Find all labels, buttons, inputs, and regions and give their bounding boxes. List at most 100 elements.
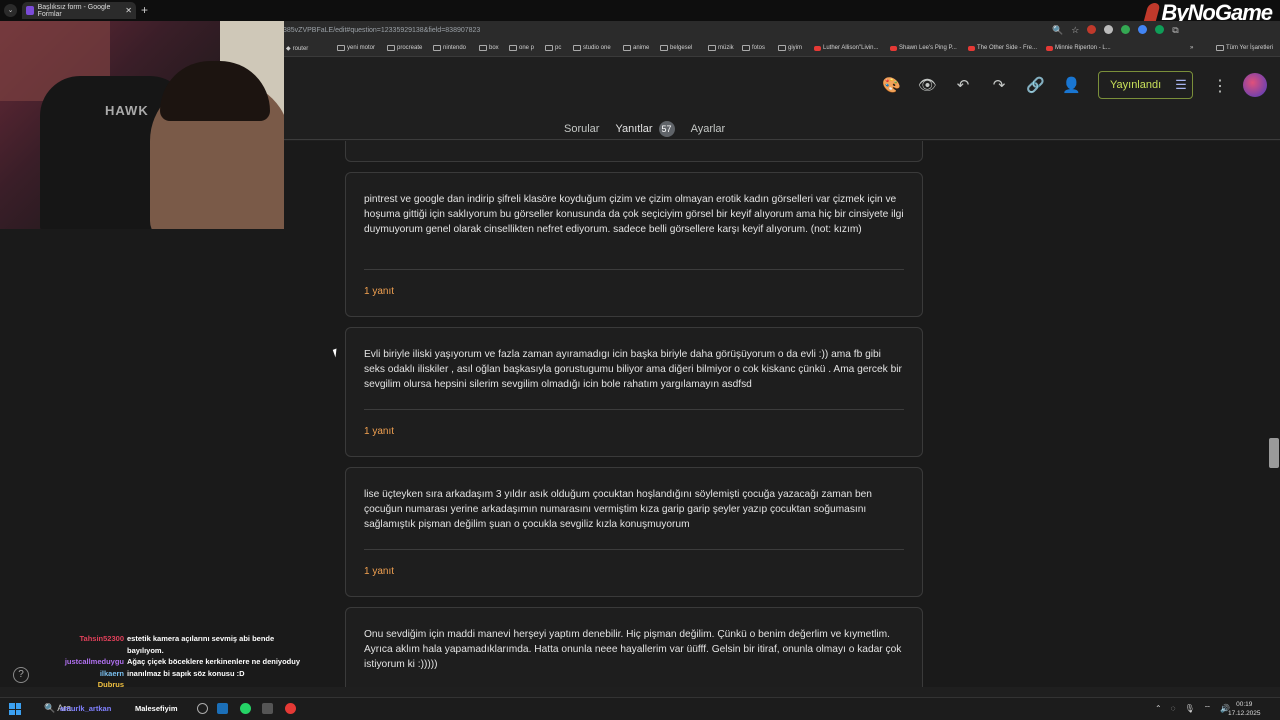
- google-forms-icon: [26, 6, 34, 15]
- clock-date: 17.12.2025: [1228, 710, 1261, 717]
- chat-username: amurlk_artkan: [60, 704, 112, 713]
- tab-settings[interactable]: Ayarlar: [683, 120, 734, 138]
- bookmark-folder[interactable]: studio one: [573, 45, 611, 51]
- palette-icon[interactable]: 🎨: [882, 77, 901, 95]
- bookmark-folder[interactable]: one p: [509, 45, 534, 51]
- webcam-overlay: HAWK: [0, 21, 284, 229]
- add-collaborator-icon[interactable]: 👤: [1062, 77, 1081, 95]
- folder-icon: [742, 45, 750, 51]
- reply-count-link[interactable]: 1 yanıt: [364, 426, 394, 437]
- chevron-up-icon[interactable]: ⌃: [1155, 704, 1162, 714]
- response-text: Onu sevdiğim için maddi manevi herşeyi y…: [364, 629, 902, 670]
- response-text: pintrest ve google dan indirip şifreli k…: [364, 194, 904, 235]
- extension-icon[interactable]: [1155, 25, 1165, 34]
- folder-icon: [1216, 45, 1224, 51]
- bookmark-youtube[interactable]: Luther Allison"Livin...: [814, 45, 879, 51]
- scrollbar-track[interactable]: [1268, 141, 1280, 687]
- bookmark-folder[interactable]: box: [479, 45, 499, 51]
- redo-icon[interactable]: ↷: [990, 77, 1008, 95]
- chat-username: Tahsin52300: [79, 634, 124, 643]
- publish-button[interactable]: Yayınlandı ☰: [1098, 71, 1193, 99]
- chat-text: Malesefiyim: [135, 704, 178, 713]
- response-card: Onu sevdiğim için maddi manevi herşeyi y…: [345, 607, 923, 687]
- extension-icon[interactable]: [1104, 25, 1114, 34]
- folder-icon: [660, 45, 668, 51]
- folder-icon: [387, 45, 395, 51]
- bookmark-folder[interactable]: müzik: [708, 45, 734, 51]
- reply-count-link[interactable]: 1 yanıt: [364, 566, 394, 577]
- bookmark-folder[interactable]: anime: [623, 45, 649, 51]
- tab-responses[interactable]: Yanıtlar 57: [599, 120, 691, 151]
- bookmark-youtube[interactable]: Shawn Lee's Ping P...: [890, 45, 957, 51]
- clock-time: 00:19: [1236, 701, 1253, 708]
- new-tab-icon[interactable]: +: [141, 3, 148, 17]
- windows-start-icon[interactable]: [9, 703, 21, 715]
- folder-icon: [509, 45, 517, 51]
- youtube-icon: [1046, 45, 1053, 51]
- bookmark-folder[interactable]: nintendo: [433, 45, 466, 51]
- folder-icon: [708, 45, 716, 51]
- browser-tab[interactable]: Başlıksız form - Google Formlar ✕: [22, 2, 136, 19]
- more-bookmarks-icon[interactable]: »: [1190, 45, 1193, 51]
- tab-questions[interactable]: Sorular: [556, 120, 607, 138]
- response-card: lise üçteyken sıra arkadaşım 3 yıldır as…: [345, 467, 923, 597]
- folder-icon: [545, 45, 553, 51]
- extension-icon[interactable]: [1121, 25, 1131, 34]
- preview-eye-icon[interactable]: 👁: [918, 77, 937, 95]
- taskbar-clock[interactable]: 00:19 17.12.2025: [1228, 700, 1261, 718]
- all-bookmarks[interactable]: Tüm Yer İşaretleri: [1216, 45, 1273, 51]
- response-text: lise üçteyken sıra arkadaşım 3 yıldır as…: [364, 489, 872, 530]
- bookmark-folder[interactable]: yeni motor: [337, 45, 375, 51]
- reply-count-link[interactable]: 1 yanıt: [364, 286, 394, 297]
- close-tab-icon[interactable]: ✕: [125, 6, 132, 15]
- divider: [364, 549, 904, 550]
- tab-title: Başlıksız form - Google Formlar: [37, 3, 111, 18]
- app-icon[interactable]: [197, 703, 208, 714]
- url-field[interactable]: 385vZVPBFaLE/edit#question=12335929138&f…: [283, 27, 480, 34]
- chat-username: justcallmeduygu: [64, 657, 124, 666]
- steam-icon[interactable]: [217, 703, 228, 714]
- link-icon[interactable]: 🔗: [1026, 77, 1045, 95]
- app-icon[interactable]: [262, 703, 273, 714]
- bookmark-youtube[interactable]: The Other Side - Fre...: [968, 45, 1037, 51]
- wifi-icon[interactable]: ⌔: [1204, 704, 1212, 714]
- tab-search-icon[interactable]: ⌄: [4, 4, 17, 17]
- bookmark-star-icon[interactable]: ☆: [1071, 25, 1079, 36]
- chat-text: inanılmaz bi sapık söz konusu :D: [127, 668, 245, 678]
- publish-label: Yayınlandı: [1110, 79, 1162, 91]
- avatar[interactable]: [1243, 73, 1267, 97]
- mic-icon[interactable]: 🎙: [1184, 704, 1194, 714]
- form-tabs: Sorular Yanıtlar 57 Ayarlar: [556, 120, 734, 151]
- folder-icon: [573, 45, 581, 51]
- folder-icon: [337, 45, 345, 51]
- whatsapp-icon[interactable]: [240, 703, 251, 714]
- network-icon[interactable]: ◌: [1171, 704, 1176, 714]
- scrollbar-thumb[interactable]: [1269, 438, 1279, 468]
- youtube-icon: [968, 45, 975, 51]
- bookmark-folder[interactable]: belgesel: [660, 45, 692, 51]
- bookmark-folder[interactable]: procreate: [387, 45, 422, 51]
- bookmark-youtube[interactable]: Minnie Riperton - L...: [1046, 45, 1111, 51]
- extension-icon[interactable]: [1087, 25, 1097, 34]
- response-card: pintrest ve google dan indirip şifreli k…: [345, 172, 923, 317]
- divider: [364, 409, 904, 410]
- more-options-icon[interactable]: ⋮: [1212, 76, 1228, 96]
- undo-icon[interactable]: ↶: [954, 77, 972, 95]
- chat-message: Tahsin52300 estetik kamera açılarını sev…: [20, 633, 300, 656]
- bookmark-folder[interactable]: pc: [545, 45, 561, 51]
- folder-icon: [623, 45, 631, 51]
- zoom-icon[interactable]: 🔍: [1052, 25, 1063, 36]
- youtube-icon: [814, 45, 821, 51]
- extension-icon[interactable]: [1138, 25, 1148, 34]
- publish-settings-icon: ☰: [1175, 77, 1187, 92]
- folder-icon: [433, 45, 441, 51]
- chat-text: Ağaç çiçek böceklere kerkinenlere ne den…: [127, 657, 300, 666]
- folder-icon: [778, 45, 786, 51]
- puzzle-icon[interactable]: ⧉: [1172, 25, 1178, 36]
- taskbar: 🔍 Ara amurlk_artkan Malesefiyim ⌃ ◌ 🎙 ⌔ …: [0, 697, 1280, 720]
- bookmark-folder[interactable]: fotos: [742, 45, 765, 51]
- bookmark-folder[interactable]: giyim: [778, 45, 802, 51]
- recording-icon[interactable]: [285, 703, 296, 714]
- chat-text: estetik kamera açılarını sevmiş abi bend…: [127, 634, 275, 655]
- bookmark[interactable]: ◆ router: [286, 45, 308, 53]
